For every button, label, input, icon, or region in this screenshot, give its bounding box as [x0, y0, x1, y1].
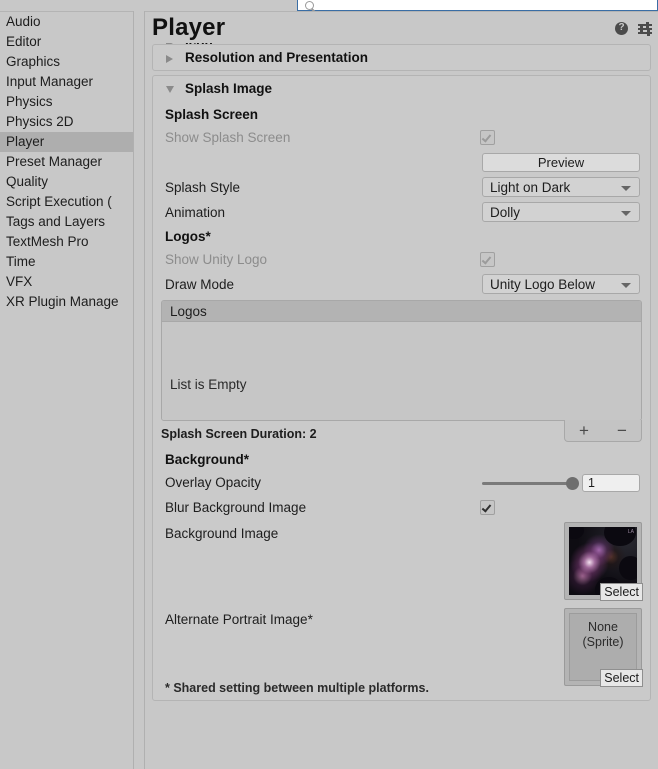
- blur-background-image-checkbox[interactable]: [480, 500, 495, 515]
- overlay-opacity-slider[interactable]: 1: [482, 474, 640, 492]
- sliders-icon[interactable]: [638, 22, 652, 36]
- blur-background-image-label: Blur Background Image: [165, 500, 307, 515]
- row-overlay-opacity: Overlay Opacity 1: [153, 470, 650, 495]
- logos-list-body[interactable]: List is Empty: [162, 322, 641, 420]
- row-animation: Animation Dolly: [153, 200, 650, 225]
- sidebar-item-script-execution-order[interactable]: Script Execution (: [0, 192, 133, 212]
- slider-track: [482, 482, 574, 485]
- alternate-portrait-image-object-field[interactable]: None (Sprite) Select: [564, 608, 643, 687]
- settings-sidebar[interactable]: Audio Editor Graphics Input Manager Phys…: [0, 11, 133, 769]
- overlay-opacity-field[interactable]: 1: [582, 474, 640, 492]
- sidebar-item-physics[interactable]: Physics: [0, 92, 133, 112]
- section-splash-image: Splash Image Splash Screen Show Splash S…: [152, 75, 651, 701]
- group-splash-screen: Splash Screen: [165, 107, 259, 122]
- foldout-splash-image[interactable]: Splash Image: [153, 76, 650, 103]
- sidebar-item-player[interactable]: Player: [0, 132, 133, 152]
- top-strip: [0, 0, 658, 11]
- show-unity-logo-checkbox[interactable]: [480, 252, 495, 267]
- splash-style-dropdown[interactable]: Light on Dark: [482, 177, 640, 197]
- chevron-right-icon: [166, 55, 173, 63]
- chevron-down-icon: [621, 211, 631, 216]
- thumbnail-corner-label: LA: [627, 529, 634, 535]
- sidebar-item-quality[interactable]: Quality: [0, 172, 133, 192]
- sidebar-item-tags-and-layers[interactable]: Tags and Layers: [0, 212, 133, 232]
- show-splash-screen-label: Show Splash Screen: [165, 130, 291, 145]
- page-title: Player: [152, 14, 226, 41]
- help-icon[interactable]: [615, 21, 628, 35]
- animation-label: Animation: [165, 205, 226, 220]
- group-background: Background*: [165, 452, 250, 467]
- overlay-opacity-label: Overlay Opacity: [165, 475, 262, 490]
- chevron-down-icon: [166, 86, 174, 93]
- logos-list-footer: Splash Screen Duration: 2 + −: [161, 420, 642, 448]
- logos-list[interactable]: Logos List is Empty: [161, 300, 642, 421]
- search-icon: [305, 1, 314, 10]
- draw-mode-dropdown[interactable]: Unity Logo Below: [482, 274, 640, 294]
- chevron-down-icon: [621, 186, 631, 191]
- background-image-label: Background Image: [165, 526, 279, 541]
- row-show-unity-logo: Show Unity Logo: [153, 247, 650, 272]
- splash-screen-duration-label: Splash Screen Duration: 2: [161, 427, 317, 441]
- row-splash-style: Splash Style Light on Dark: [153, 175, 650, 200]
- sidebar-item-textmesh-pro[interactable]: TextMesh Pro: [0, 232, 133, 252]
- foldout-splash-label: Splash Image: [185, 81, 273, 96]
- sidebar-item-preset-manager[interactable]: Preset Manager: [0, 152, 133, 172]
- show-unity-logo-label: Show Unity Logo: [165, 252, 268, 267]
- row-background-image: Background Image LA Select: [153, 520, 650, 606]
- header-icon-group: [615, 21, 652, 36]
- sidebar-item-physics-2d[interactable]: Physics 2D: [0, 112, 133, 132]
- background-image-select-button[interactable]: Select: [600, 583, 643, 601]
- sidebar-item-vfx[interactable]: VFX: [0, 272, 133, 292]
- row-preview: Preview: [153, 150, 650, 175]
- sidebar-item-input-manager[interactable]: Input Manager: [0, 72, 133, 92]
- sidebar-item-editor[interactable]: Editor: [0, 32, 133, 52]
- foldout-resolution-label: Resolution and Presentation: [185, 50, 369, 65]
- draw-mode-label: Draw Mode: [165, 277, 235, 292]
- alternate-portrait-value-line1: None: [588, 620, 618, 634]
- alternate-portrait-value-line2: (Sprite): [582, 635, 624, 649]
- alternate-portrait-image-label: Alternate Portrait Image*: [165, 612, 313, 627]
- panel-header: Player: [145, 11, 658, 43]
- search-input[interactable]: [297, 0, 658, 11]
- chevron-down-icon: [621, 283, 631, 288]
- add-logo-button[interactable]: +: [565, 420, 603, 441]
- row-show-splash-screen: Show Splash Screen: [153, 125, 650, 150]
- draw-mode-value: Unity Logo Below: [490, 276, 596, 292]
- sidebar-item-graphics[interactable]: Graphics: [0, 52, 133, 72]
- splash-style-value: Light on Dark: [490, 179, 571, 195]
- logos-list-buttons: + −: [564, 420, 642, 442]
- background-image-object-field[interactable]: LA Select: [564, 522, 643, 601]
- sidebar-item-audio[interactable]: Audio: [0, 12, 133, 32]
- remove-logo-button[interactable]: −: [603, 420, 641, 441]
- player-settings-window: Audio Editor Graphics Input Manager Phys…: [0, 0, 658, 769]
- row-blur-background-image: Blur Background Image: [153, 495, 650, 520]
- slider-handle[interactable]: [566, 477, 579, 490]
- animation-dropdown[interactable]: Dolly: [482, 202, 640, 222]
- panel-gap: [134, 11, 144, 769]
- animation-value: Dolly: [490, 204, 521, 220]
- sidebar-item-time[interactable]: Time: [0, 252, 133, 272]
- sidebar-item-xr-plugin-management[interactable]: XR Plugin Manage: [0, 292, 133, 312]
- foldout-resolution-and-presentation[interactable]: Resolution and Presentation: [152, 44, 651, 71]
- logos-list-empty-text: List is Empty: [170, 377, 247, 392]
- group-logos: Logos*: [165, 229, 211, 244]
- settings-scroll-body[interactable]: Icon Resolution and Presentation Splash …: [145, 43, 658, 769]
- row-draw-mode: Draw Mode Unity Logo Below: [153, 272, 650, 297]
- splash-style-label: Splash Style: [165, 180, 241, 195]
- preview-button[interactable]: Preview: [482, 153, 640, 172]
- logos-list-header: Logos: [162, 301, 641, 322]
- alternate-portrait-image-select-button[interactable]: Select: [600, 669, 643, 687]
- show-splash-screen-checkbox[interactable]: [480, 130, 495, 145]
- row-alternate-portrait-image: Alternate Portrait Image* None (Sprite) …: [153, 606, 650, 692]
- shared-setting-footnote: * Shared setting between multiple platfo…: [165, 681, 429, 695]
